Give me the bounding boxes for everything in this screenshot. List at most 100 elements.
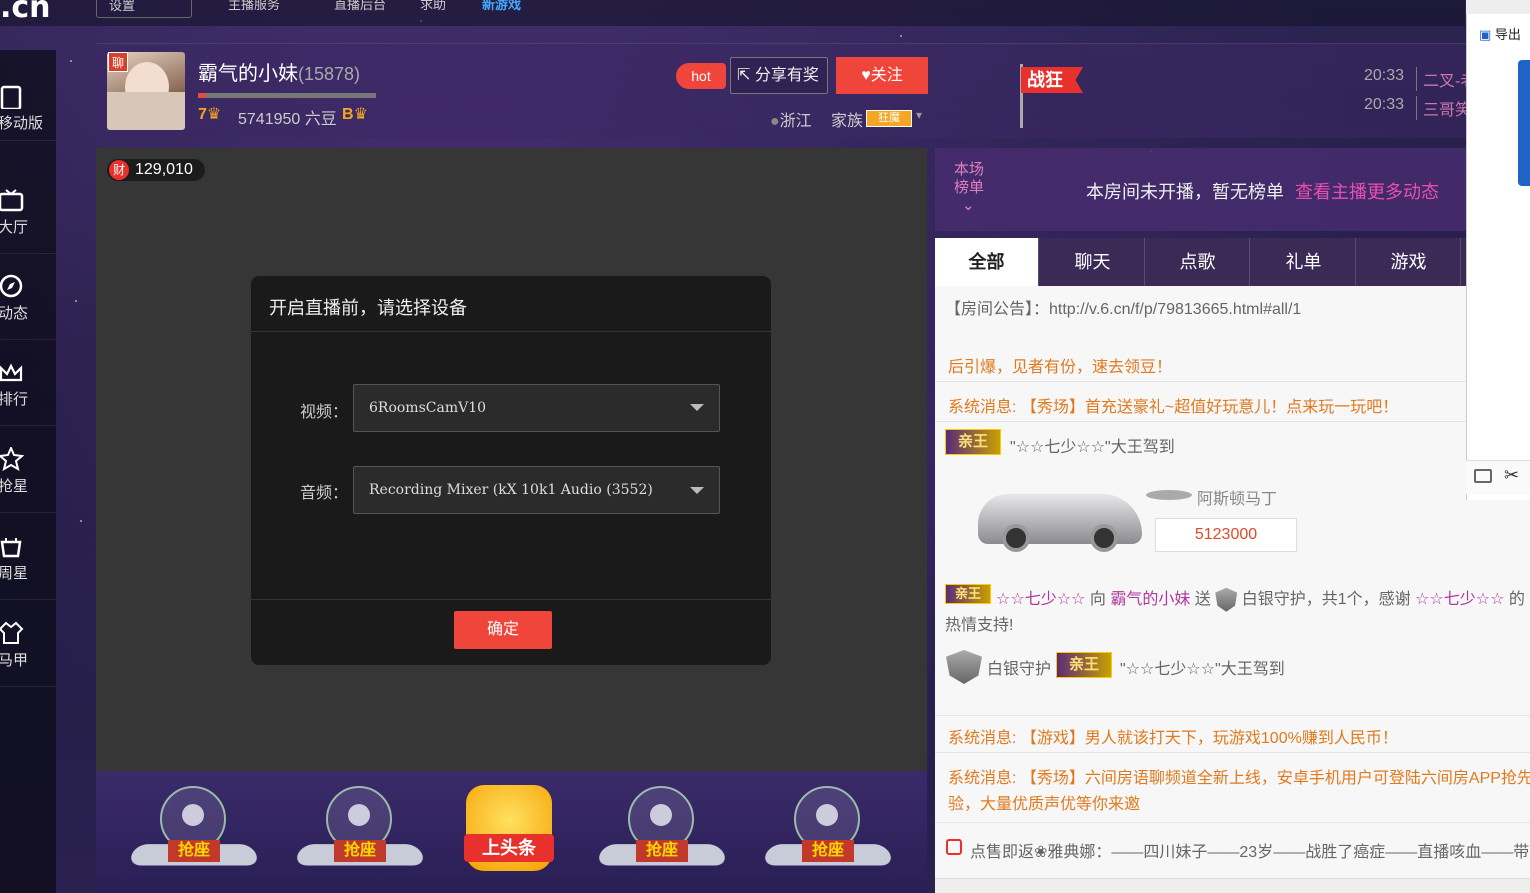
room-id: (15878) [298, 64, 361, 84]
folder-icon[interactable] [1474, 469, 1492, 483]
tab-songs[interactable]: 点歌 [1146, 238, 1250, 286]
chat-divider [935, 381, 1530, 382]
anchor-name-text: 霸气的小妹 [198, 63, 298, 85]
seat-label: 抢座 [802, 840, 854, 862]
heart-icon: ♥ [861, 67, 871, 84]
crown-icon [0, 363, 23, 382]
confirm-button[interactable]: 确定 [454, 611, 552, 649]
support-text: 热情支持! [945, 617, 1014, 634]
help-link[interactable]: 求助 [420, 0, 446, 13]
car-wheel [1090, 524, 1118, 552]
nav-item-weekly-star[interactable]: 周星 [0, 514, 56, 600]
location-text: 浙江 [779, 113, 812, 130]
chevron-down-icon[interactable] [690, 404, 704, 411]
nav-item-grab-star[interactable]: 抢星 [0, 427, 56, 513]
rank-empty-text: 本房间未开播，暂无榜单 [1086, 182, 1284, 202]
scissors-icon[interactable]: ✂ [1504, 465, 1519, 486]
nav-item-dynamics[interactable]: 动态 [0, 254, 56, 340]
chat-input-bar[interactable] [935, 878, 1530, 893]
hot-badge: hot [676, 63, 726, 89]
export-button[interactable]: ▣ 导出 [1479, 24, 1521, 43]
nav-item-vest[interactable]: 马甲 [0, 601, 56, 687]
widget-toolbar: ✂ [1466, 460, 1530, 494]
widget-side-tab[interactable] [1518, 60, 1530, 186]
grab-seat-button[interactable]: 抢座 [127, 786, 261, 880]
chevron-down-icon[interactable] [690, 487, 704, 494]
tab-gifts[interactable]: 礼单 [1252, 238, 1356, 286]
share-button[interactable]: ⇱ 分享有奖 [730, 57, 828, 94]
ticker-text[interactable]: 二叉-老 [1416, 67, 1466, 91]
share-label: 分享有奖 [754, 67, 819, 84]
car-image [978, 474, 1142, 552]
gift-send: 送 [1194, 591, 1211, 608]
system-text: 【秀场】首充送豪礼~超值好玩意儿！点来玩一玩吧！ [1020, 399, 1399, 416]
audio-device-select[interactable]: Recording Mixer (kX 10k1 Audio (3552) [353, 466, 720, 514]
grab-seat-button[interactable]: 抢座 [595, 786, 729, 880]
widget-header [1466, 0, 1530, 14]
tab-games[interactable]: 游戏 [1357, 238, 1461, 286]
grab-seat-button[interactable]: 抢座 [761, 786, 895, 880]
system-message[interactable]: 系统消息: 【游戏】男人就该打天下，玩游戏100%赚到人民币！ [948, 724, 1398, 748]
tv-icon [0, 189, 24, 212]
system-message[interactable]: 系统消息: 【秀场】六间房语聊频道全新上线，安卓手机用户可登陆六间房APP抢先 [948, 764, 1530, 788]
bean-count: 5741950 六豆 [238, 111, 337, 128]
new-game-link[interactable]: 新游戏 [482, 0, 521, 13]
location: ●浙江 [770, 107, 812, 131]
more-dynamics-link[interactable]: 查看主播更多动态 [1295, 178, 1439, 204]
ticker-text[interactable]: 三哥笑 [1416, 96, 1466, 120]
live-backend-link[interactable]: 直播后台 [334, 0, 386, 13]
current-level-badge: 7♛ [198, 106, 222, 123]
settings-button[interactable]: 设置 [96, 0, 192, 18]
family-tag[interactable]: 狂魔 [866, 110, 912, 127]
grab-seat-button[interactable]: 抢座 [293, 786, 427, 880]
headline-label: 上头条 [464, 834, 554, 862]
tab-chat[interactable]: 聊天 [1041, 238, 1145, 286]
rank-toggle[interactable]: 本场榜单 ⌄ [954, 161, 994, 215]
gift-target[interactable]: 霸气的小妹 [1110, 591, 1190, 608]
guard-label: 白银守护 [987, 661, 1052, 678]
room-notice: 【房间公告】：http://v.6.cn/f/p/79813665.html#a… [945, 301, 1302, 318]
system-message[interactable]: 系统消息: 【秀场】首充送豪礼~超值好玩意儿！点来玩一玩吧！ [948, 393, 1398, 417]
chat-divider [935, 752, 1530, 753]
gift-thanks-user[interactable]: ☆☆七少☆☆ [1415, 591, 1504, 608]
tab-all[interactable]: 全部 [935, 238, 1039, 286]
user-silhouette-icon [182, 804, 204, 826]
cup-icon [0, 538, 22, 558]
anchor-service-link[interactable]: 主播服务 [228, 0, 280, 13]
user-silhouette-icon [816, 804, 838, 826]
nav-label: 动态 [0, 305, 29, 322]
location-pin-icon: ● [770, 113, 780, 130]
seat-label: 抢座 [168, 840, 220, 862]
phone-icon [0, 85, 22, 109]
vest-icon [0, 621, 24, 644]
nav-item-hall[interactable]: 大厅 [0, 168, 56, 254]
nav-item-mobile[interactable]: 移动版 [0, 55, 56, 141]
site-logo[interactable]: .cn [0, 0, 51, 25]
headline-button[interactable]: 上头条 [458, 780, 562, 884]
video-device-select[interactable]: 6RoomsCamV10 [353, 384, 720, 432]
song-icon [946, 839, 962, 855]
star-decoration [80, 520, 82, 522]
top-bar [0, 0, 1465, 26]
compass-icon [0, 274, 23, 298]
king-badge: 亲王 [1056, 652, 1112, 678]
gift-user[interactable]: ☆☆七少☆☆ [996, 591, 1085, 608]
follow-button[interactable]: ♥关注 [836, 57, 928, 94]
nav-item-ranking[interactable]: 排行 [0, 340, 56, 426]
dialog-divider [251, 331, 771, 332]
audio-label: 音频： [300, 485, 349, 502]
promo-message[interactable]: 后引爆，见者有份，速去领豆！ [948, 353, 1172, 377]
battle-flag[interactable]: 战狂 [1021, 67, 1083, 93]
arrival-message: "☆☆七少☆☆"大王驾到 [1120, 661, 1285, 678]
arrival-message: "☆☆七少☆☆"大王驾到 [1010, 439, 1175, 456]
gift-tail: 的 [1508, 591, 1525, 608]
chevron-down-icon[interactable]: ▾ [916, 108, 922, 122]
nav-label: 移动版 [0, 115, 44, 132]
ticker-time: 20:33 [1364, 96, 1405, 113]
user-silhouette-icon [650, 804, 672, 826]
export-label: 导出 [1494, 27, 1521, 42]
star-decoration [70, 60, 72, 62]
rank-label: 本场榜单 [954, 161, 985, 196]
wealth-icon: 财 [109, 160, 129, 180]
song-request-message: 点售即返❀雅典娜：——四川妹子——23岁——战胜了癌症——直播咳血——带 [970, 844, 1530, 861]
